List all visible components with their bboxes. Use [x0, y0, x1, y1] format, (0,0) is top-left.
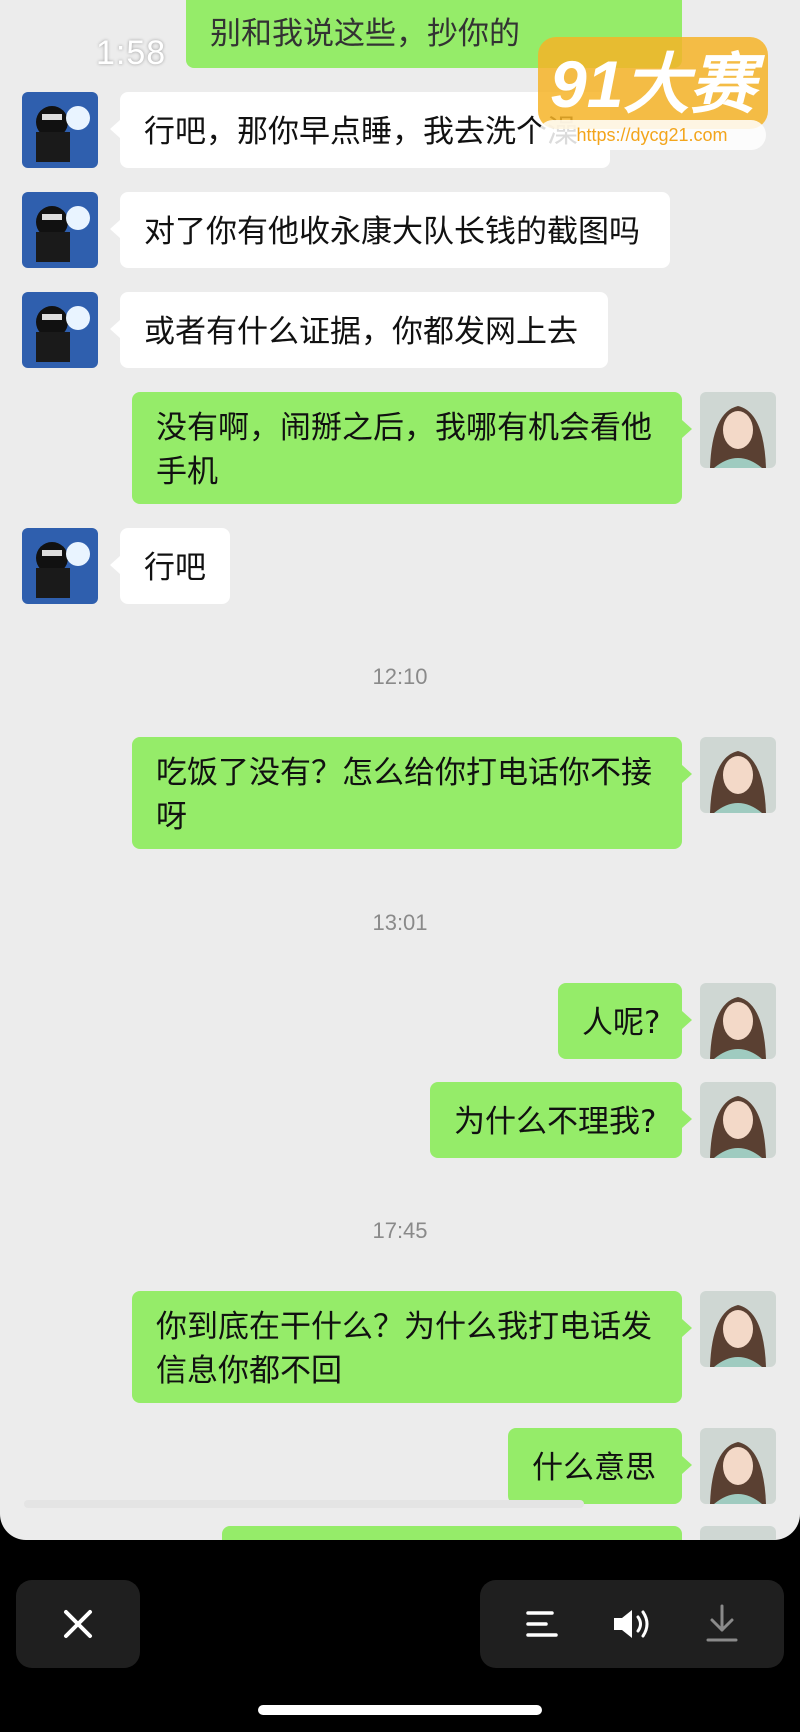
message-text: 行吧 — [144, 550, 206, 586]
message-text: 没有啊，闹掰之后，我哪有机会看他手机 — [156, 410, 652, 490]
message-text: 你到底在干什么？为什么我打电话发信息你都不回 — [156, 1309, 652, 1389]
download-icon[interactable] — [702, 1602, 742, 1646]
media-controls — [480, 1580, 784, 1668]
user-avatar[interactable] — [700, 1291, 776, 1367]
message-bubble-in: 或者有什么证据，你都发网上去 — [110, 292, 608, 368]
message-bubble-out: 没有啊，闹掰之后，我哪有机会看他手机 — [132, 392, 692, 504]
user-avatar[interactable] — [700, 737, 776, 813]
user-avatar[interactable] — [700, 1428, 776, 1504]
message-text: 什么意思 — [532, 1450, 656, 1486]
message-bubble-out: 什么意思 — [508, 1428, 692, 1504]
contact-avatar[interactable] — [22, 292, 98, 368]
timestamp: 17:45 — [372, 1218, 428, 1243]
message-bubble-out: 人呢? — [558, 983, 692, 1059]
message-bubble-out: 你到底在干什么？为什么我打电话发信息你都不回 — [132, 1291, 692, 1403]
message-bubble-out-cutoff — [222, 1526, 682, 1540]
watermark-text: 91大赛 — [550, 47, 765, 121]
contact-avatar[interactable] — [22, 528, 98, 604]
message-text: 别和我说这些，抄你的 — [210, 16, 520, 52]
volume-icon[interactable] — [610, 1604, 654, 1644]
timestamp: 13:01 — [372, 910, 428, 935]
contact-avatar[interactable] — [22, 92, 98, 168]
message-bubble-in: 行吧，那你早点睡，我去洗个澡 — [110, 92, 610, 168]
message-bubble-out: 吃饭了没有？怎么给你打电话你不接呀 — [132, 737, 692, 849]
message-bubble-in: 行吧 — [110, 528, 230, 604]
message-text: 对了你有他收永康大队长钱的截图吗 — [144, 214, 640, 250]
close-icon — [64, 1610, 92, 1638]
close-button[interactable] — [16, 1580, 140, 1668]
message-text: 为什么不理我? — [454, 1104, 657, 1140]
timestamp: 12:10 — [372, 664, 428, 689]
user-avatar[interactable] — [700, 1082, 776, 1158]
watermark-url: https://dycg21.com — [538, 120, 766, 150]
message-text: 人呢? — [582, 1005, 661, 1041]
keyboard-hint-strip — [24, 1500, 584, 1508]
menu-icon[interactable] — [522, 1604, 562, 1644]
message-text: 吃饭了没有？怎么给你打电话你不接呀 — [156, 755, 652, 835]
bottom-toolbar — [0, 1540, 800, 1732]
chat-screenshot: 别和我说这些，抄你的 1:58 行吧，那你早点睡，我去洗个澡 对了你有他收永康大… — [0, 0, 800, 1540]
contact-avatar[interactable] — [22, 192, 98, 268]
status-time: 1:58 — [96, 34, 167, 72]
user-avatar[interactable] — [700, 392, 776, 468]
user-avatar[interactable] — [700, 983, 776, 1059]
message-text: 或者有什么证据，你都发网上去 — [144, 314, 578, 350]
message-bubble-out: 为什么不理我? — [430, 1082, 692, 1158]
home-indicator[interactable] — [258, 1705, 542, 1715]
message-text: 行吧，那你早点睡，我去洗个澡 — [144, 114, 578, 150]
message-bubble-in: 对了你有他收永康大队长钱的截图吗 — [110, 192, 670, 268]
user-avatar-cutoff — [700, 1526, 776, 1540]
